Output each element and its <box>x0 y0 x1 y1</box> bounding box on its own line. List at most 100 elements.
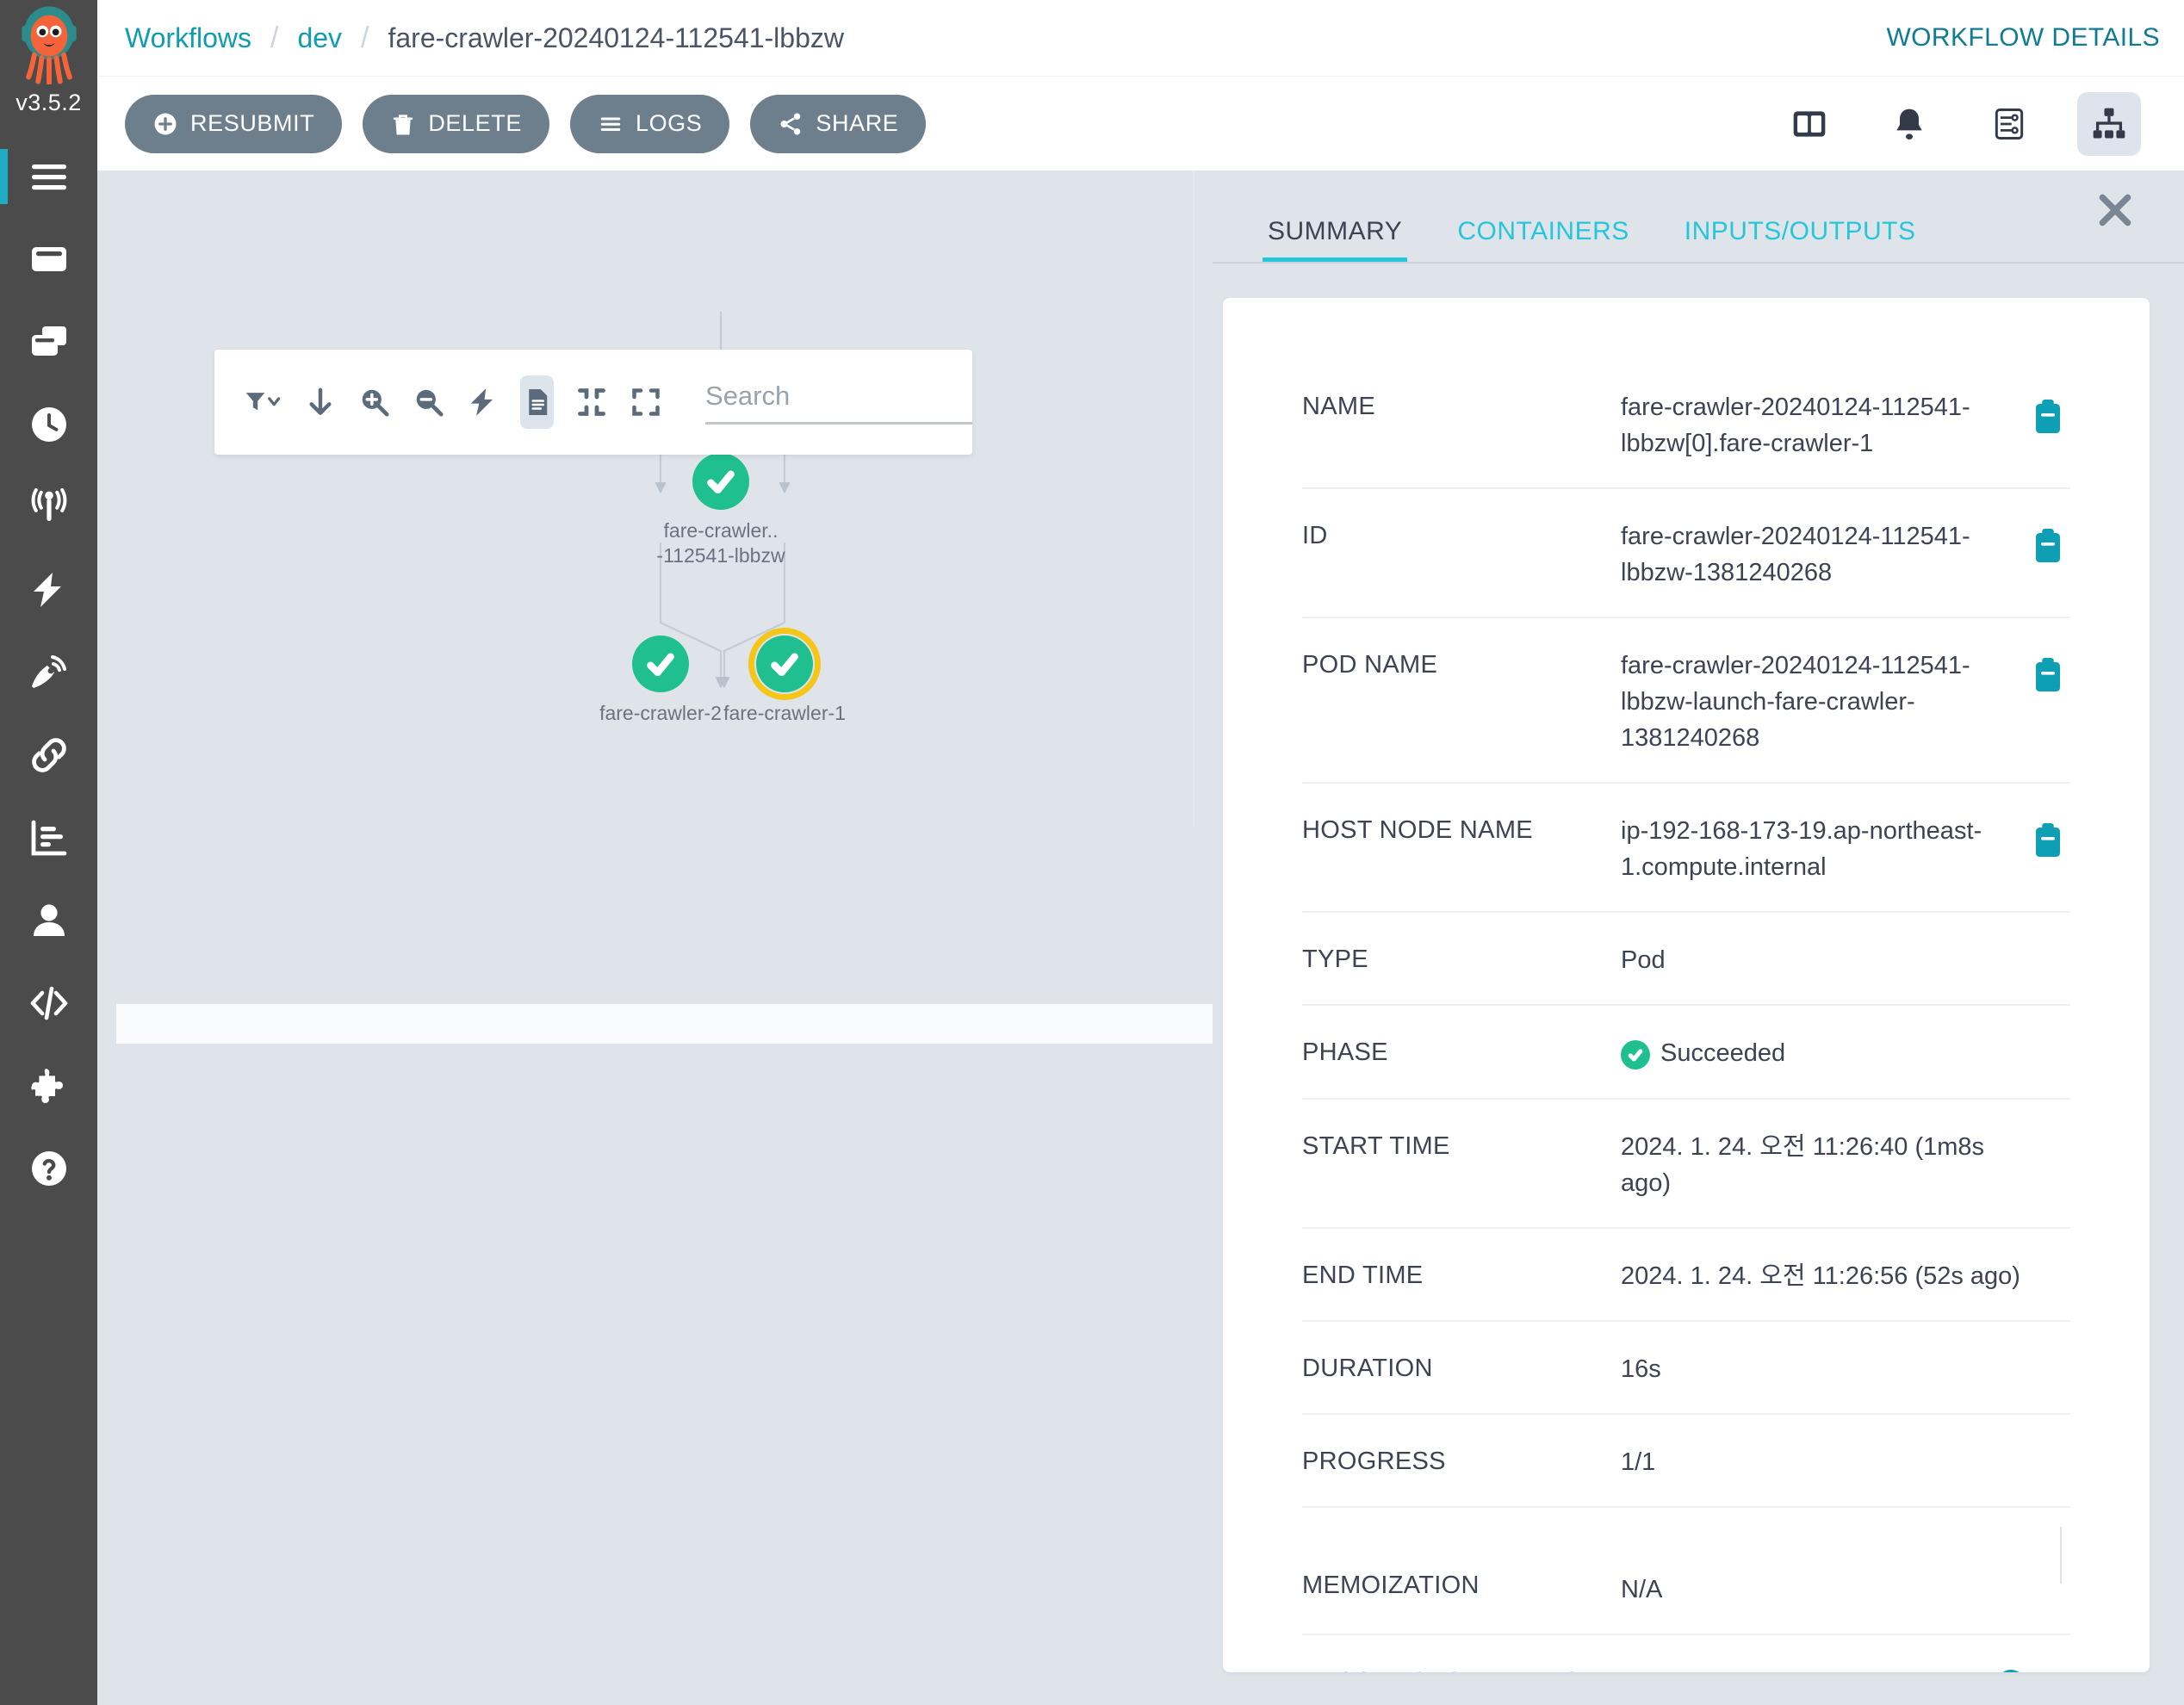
workflow-details-title: WORKFLOW DETAILS <box>1886 23 2160 52</box>
filter-dropdown-icon <box>245 393 281 411</box>
search-input[interactable] <box>705 380 973 425</box>
copy-to-clipboard-button[interactable] <box>2034 658 2062 697</box>
zoom-in-button[interactable] <box>358 375 392 429</box>
zoom-out-button[interactable] <box>413 375 446 429</box>
breadcrumb-workflows[interactable]: Workflows <box>125 22 251 54</box>
summary-card: NAME fare-crawler-20240124-112541-lbbzw[… <box>1223 298 2150 1672</box>
antenna-icon <box>31 488 66 521</box>
arrow-down-button[interactable] <box>304 375 338 429</box>
sidebar-item-event-flow[interactable] <box>0 631 97 714</box>
detail-tabs: SUMMARY CONTAINERS INPUTS/OUTPUTS <box>1213 170 2184 264</box>
sidebar-item-pipelines[interactable] <box>0 714 97 797</box>
split-panel-icon-button[interactable] <box>1778 92 1841 156</box>
row-key: START TIME <box>1302 1132 1450 1160</box>
row-value: ip-192-168-173-19.ap-northeast-1.compute… <box>1621 817 1982 882</box>
workflow-graph-icon-button[interactable] <box>2077 91 2141 156</box>
version-label: v3.5.2 <box>16 90 82 115</box>
graph-node-fare-crawler-1[interactable]: fare-crawler-1 <box>700 628 869 726</box>
summary-row-id: ID fare-crawler-20240124-112541-lbbzw-13… <box>1302 489 2070 619</box>
row-key: PROGRESS <box>1302 1447 1446 1475</box>
row-key: MEMOIZATION <box>1302 1571 1480 1599</box>
sidebar-item-event-sources[interactable] <box>0 466 97 549</box>
split-panel-icon <box>1793 110 1826 137</box>
summary-row-type: TYPE Pod <box>1302 913 2070 1007</box>
row-value: N/A <box>1621 1575 1663 1603</box>
sidebar-item-sensors[interactable] <box>0 549 97 631</box>
plus-circle-icon <box>154 113 177 134</box>
argo-octopus-logo-icon <box>21 6 77 84</box>
tab-inputs-outputs[interactable]: INPUTS/OUTPUTS <box>1679 217 1921 264</box>
clipboard-icon <box>2036 400 2060 433</box>
sidebar-item-plugins[interactable] <box>0 1045 97 1127</box>
summary-row-pod-name: POD NAME fare-crawler-20240124-112541-lb… <box>1302 618 2070 784</box>
argo-workflows-app: v3.5.2 Workflows / dev / fare-crawler-20… <box>0 0 2184 1705</box>
row-value-wrap: 19s*(1 cpu),19s*(100Mi memory) i <box>1621 1665 2070 1672</box>
tab-containers[interactable]: CONTAINERS <box>1452 217 1634 264</box>
copy-to-clipboard-button[interactable] <box>2034 400 2062 438</box>
notifications-icon-button[interactable] <box>1877 92 1941 156</box>
arrow-down-icon <box>309 388 332 415</box>
row-key: TYPE <box>1302 946 1368 974</box>
close-panel-button[interactable] <box>2089 184 2141 236</box>
sidebar-item-workflows[interactable] <box>0 218 97 301</box>
check-icon <box>1628 1049 1643 1062</box>
graph-node-root[interactable]: fare-crawler.. -112541-lbbzw <box>636 453 805 568</box>
sidebar-item-workflow-templates[interactable] <box>0 301 97 383</box>
row-value: fare-crawler-20240124-112541-lbbzw[0].fa… <box>1621 394 1970 458</box>
satellite-icon <box>31 655 66 688</box>
hamburger-icon <box>31 164 66 190</box>
filter-dropdown-button[interactable] <box>244 375 283 429</box>
logs-lines-icon <box>600 117 621 131</box>
delete-button[interactable]: DELETE <box>363 94 549 153</box>
top-bar: Workflows / dev / fare-crawler-20240124-… <box>97 0 2184 76</box>
resources-duration-value: 19s*(1 cpu),19s*(100Mi memory) <box>1621 1665 1987 1672</box>
clock-icon <box>31 407 66 442</box>
breadcrumb: Workflows / dev / fare-crawler-20240124-… <box>125 22 844 55</box>
tab-summary[interactable]: SUMMARY <box>1263 217 1408 264</box>
templates-icon <box>31 326 66 356</box>
info-icon[interactable]: i <box>1997 1669 2026 1672</box>
copy-to-clipboard-button[interactable] <box>2034 823 2062 862</box>
row-value: 1/1 <box>1621 1448 1656 1476</box>
user-icon <box>33 904 65 936</box>
breadcrumb-separator-1: / <box>270 21 279 54</box>
left-sidebar: v3.5.2 <box>0 0 97 1705</box>
document-icon <box>529 389 548 415</box>
check-icon <box>771 653 798 677</box>
close-icon <box>2099 194 2131 226</box>
argo-logo[interactable] <box>0 0 97 86</box>
collapse-icon <box>577 388 605 416</box>
sidebar-item-cron-workflows[interactable] <box>0 383 97 466</box>
workflow-card-icon <box>31 247 66 271</box>
collapse-button[interactable] <box>574 375 608 429</box>
fullscreen-button[interactable] <box>629 375 662 429</box>
resubmit-button[interactable]: RESUBMIT <box>125 94 343 153</box>
workflow-graph-canvas[interactable]: fare-crawler.. -112541-lbbzw fare-crawle… <box>116 170 1194 827</box>
workflow-detail-pane: SUMMARY CONTAINERS INPUTS/OUTPUTS NAME f… <box>1213 170 2184 1705</box>
delete-label: DELETE <box>428 110 522 136</box>
timeline-settings-icon-button[interactable] <box>1977 92 2041 156</box>
copy-to-clipboard-button[interactable] <box>2034 529 2062 567</box>
node-status-succeeded-selected-icon <box>748 628 821 700</box>
help-circle-icon <box>31 1151 66 1186</box>
row-key: POD NAME <box>1302 651 1438 679</box>
sidebar-item-user[interactable] <box>0 879 97 962</box>
row-key: PHASE <box>1302 1038 1388 1067</box>
fast-mode-button[interactable] <box>467 375 500 429</box>
row-key: HOST NODE NAME <box>1302 816 1533 845</box>
sidebar-item-api-docs[interactable] <box>0 962 97 1045</box>
summary-rows: NAME fare-crawler-20240124-112541-lbbzw[… <box>1223 298 2150 1672</box>
show-manifest-button[interactable] <box>520 375 555 429</box>
sidebar-item-reports[interactable] <box>0 797 97 879</box>
share-button[interactable]: SHARE <box>750 94 927 153</box>
bolt-icon <box>33 573 61 607</box>
summary-row-name: NAME fare-crawler-20240124-112541-lbbzw[… <box>1302 360 2070 490</box>
status-succeeded-icon <box>1621 1040 1650 1070</box>
logs-button[interactable]: LOGS <box>569 94 730 153</box>
row-value: 16s <box>1621 1355 1661 1383</box>
check-icon <box>707 470 735 494</box>
breadcrumb-namespace[interactable]: dev <box>297 22 342 54</box>
zoom-in-icon <box>363 389 389 417</box>
sidebar-item-help[interactable] <box>0 1127 97 1210</box>
sidebar-item-menu[interactable] <box>0 135 97 218</box>
